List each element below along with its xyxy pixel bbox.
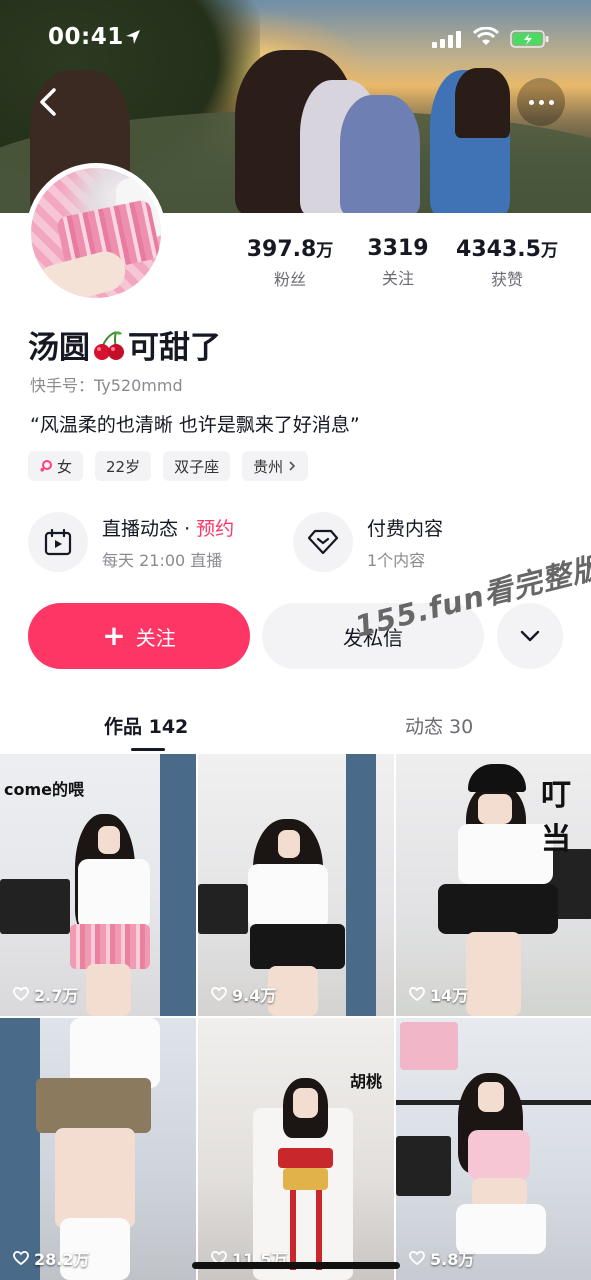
cherry-emoji-icon	[94, 330, 124, 360]
profile-tags: 女 22岁 双子座 贵州	[28, 451, 309, 481]
video-likes: 2.7万	[12, 982, 78, 1006]
paid-title: 付费内容	[367, 517, 444, 540]
likes-unit: 万	[540, 241, 558, 261]
diamond-icon	[293, 512, 353, 572]
female-icon	[40, 460, 52, 472]
profile-bio: “风温柔的也清晰 也许是飘来了好消息”	[30, 414, 360, 436]
tag-gender: 女	[28, 451, 84, 481]
live-dot: ·	[184, 517, 191, 540]
avatar[interactable]	[26, 163, 166, 303]
status-bar: 00:41	[0, 0, 591, 80]
video-caption: 叮当	[541, 778, 571, 857]
more-dots-icon[interactable]	[517, 78, 565, 126]
paid-subtitle: 1个内容	[367, 550, 426, 570]
video-grid: come的喂 2.7万 9.4万 叮当 14万 28.2万 胡桃 11.5万 5…	[0, 754, 591, 1280]
following-count: 3319	[367, 236, 429, 261]
followers-count: 397.8	[246, 237, 317, 262]
video-likes: 14万	[408, 982, 468, 1006]
paid-content[interactable]: 付费内容 1个内容	[293, 512, 443, 572]
video-thumbnail[interactable]: come的喂 2.7万	[0, 754, 196, 1016]
nickname-part1: 汤圆	[28, 330, 90, 366]
follow-button[interactable]: + 关注	[28, 603, 250, 669]
wifi-icon	[473, 27, 499, 45]
heart-icon	[409, 986, 425, 1002]
chevron-down-icon	[520, 630, 540, 642]
stat-followers[interactable]: 397.8万 粉丝	[245, 236, 335, 290]
profile-tabs: 作品 142 动态 30	[0, 702, 591, 752]
tag-zodiac-label: 双子座	[174, 457, 220, 476]
tab-underline	[131, 748, 165, 751]
heart-icon	[409, 1250, 425, 1266]
status-time: 00:41	[48, 24, 124, 50]
signal-icon	[432, 30, 464, 48]
tag-location-label: 贵州	[253, 457, 284, 476]
more-options-button[interactable]	[497, 603, 563, 669]
likes-label: 获赞	[490, 270, 523, 289]
tag-location[interactable]: 贵州	[242, 451, 309, 481]
followers-label: 粉丝	[273, 270, 306, 289]
video-caption: 胡桃	[350, 1072, 383, 1091]
tab-works[interactable]: 作品 142	[104, 712, 188, 739]
plus-icon: +	[102, 619, 126, 652]
chevron-right-icon	[289, 461, 296, 471]
kuaishou-id[interactable]: 快手号：Ty520mmd	[30, 372, 183, 396]
follow-label: 关注	[135, 625, 176, 650]
tag-gender-label: 女	[57, 457, 73, 476]
stat-likes[interactable]: 4343.5万 获赞	[452, 236, 562, 290]
tab-moments[interactable]: 动态 30	[405, 712, 473, 739]
nickname-part2: 可甜了	[128, 330, 221, 366]
video-thumbnail[interactable]: 28.2万	[0, 1018, 196, 1280]
battery-icon	[510, 30, 549, 48]
calendar-play-icon	[28, 512, 88, 572]
video-thumbnail[interactable]: 叮当 14万	[396, 754, 591, 1016]
following-label: 关注	[381, 269, 414, 288]
video-caption: come的喂	[4, 780, 85, 799]
stat-following[interactable]: 3319 关注	[358, 236, 438, 289]
likes-count: 4343.5	[456, 237, 541, 262]
location-arrow-icon	[126, 30, 140, 44]
tag-zodiac: 双子座	[163, 451, 231, 481]
profile-nickname: 汤圆 可甜了	[28, 322, 221, 367]
heart-icon	[13, 986, 29, 1002]
live-reserve-button[interactable]: 预约	[196, 518, 234, 540]
video-likes: 28.2万	[12, 1246, 89, 1270]
video-likes-count: 28.2万	[34, 1250, 90, 1269]
video-likes-count: 2.7万	[34, 986, 79, 1005]
heart-icon	[211, 986, 227, 1002]
video-likes-count: 9.4万	[232, 986, 277, 1005]
video-likes-count: 14万	[430, 986, 469, 1005]
tag-age: 22岁	[95, 451, 152, 481]
home-indicator[interactable]	[192, 1262, 400, 1269]
back-arrow-icon[interactable]	[32, 84, 68, 120]
video-thumbnail[interactable]: 胡桃 11.5万	[198, 1018, 394, 1280]
followers-unit: 万	[316, 241, 334, 261]
live-subtitle: 每天 21:00 直播	[102, 550, 223, 570]
video-thumbnail[interactable]: 5.8万	[396, 1018, 591, 1280]
banner-person	[340, 95, 420, 215]
live-schedule[interactable]: 直播动态 · 预约 每天 21:00 直播	[28, 512, 234, 572]
live-title: 直播动态	[102, 517, 179, 540]
video-likes: 5.8万	[408, 1246, 474, 1270]
heart-icon	[13, 1250, 29, 1266]
video-likes: 9.4万	[210, 982, 276, 1006]
tag-age-label: 22岁	[106, 457, 141, 476]
video-thumbnail[interactable]: 9.4万	[198, 754, 394, 1016]
video-likes-count: 5.8万	[430, 1250, 475, 1269]
